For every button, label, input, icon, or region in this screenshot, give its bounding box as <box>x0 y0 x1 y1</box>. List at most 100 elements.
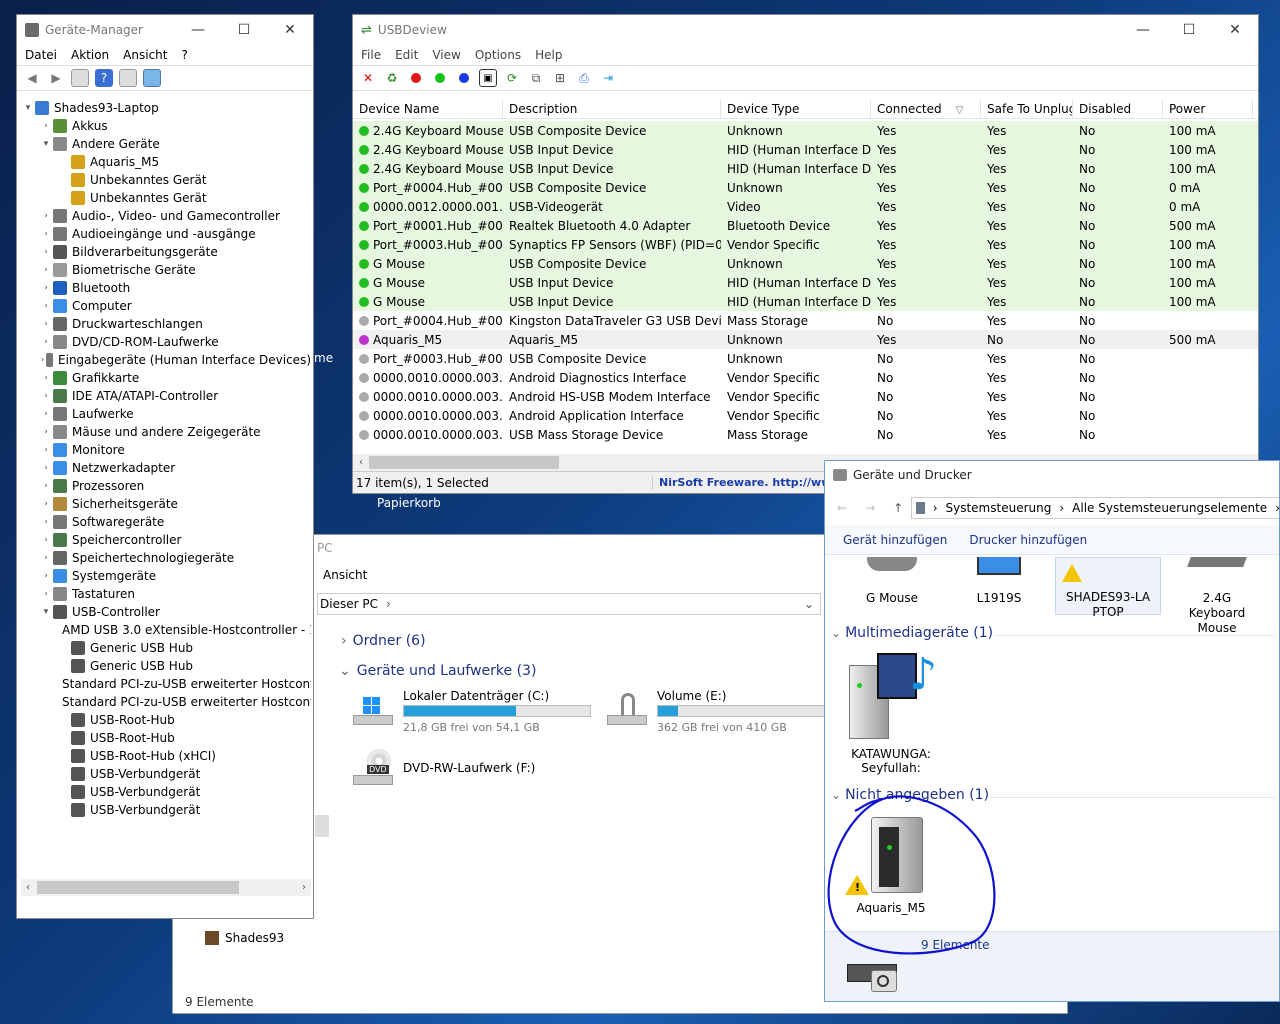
tree-node[interactable]: › Softwaregeräte <box>21 513 311 531</box>
table-row[interactable]: Port_#0003.Hub_#0003 USB Composite Device… <box>353 349 1258 368</box>
expand-toggle-icon[interactable]: › <box>39 589 53 599</box>
column-header[interactable]: Device Name <box>353 99 503 118</box>
table-row[interactable]: 0000.0010.0000.003.00... Android Applicat… <box>353 406 1258 425</box>
up-arrow-icon[interactable]: ↑ <box>893 501 903 515</box>
devmgr-titlebar[interactable]: Geräte-Manager — ☐ ✕ <box>17 15 313 45</box>
properties-icon[interactable] <box>71 69 89 87</box>
red-dot-icon[interactable] <box>407 69 425 87</box>
scroll-left-icon[interactable]: ‹ <box>353 457 369 468</box>
minimize-button[interactable]: — <box>1120 22 1166 38</box>
table-row[interactable]: G Mouse USB Composite Device Unknown Yes Yes… <box>353 254 1258 273</box>
tree-node[interactable]: ▾ Shades93-Laptop <box>21 99 311 117</box>
add-device-button[interactable]: Gerät hinzufügen <box>843 533 947 547</box>
report-icon[interactable]: ⎙ <box>575 69 593 87</box>
tree-node[interactable]: › Bluetooth <box>21 279 311 297</box>
back-arrow-icon[interactable]: ← <box>837 501 847 515</box>
tree-node[interactable]: Unbekanntes Gerät <box>21 171 311 189</box>
table-row[interactable]: Port_#0004.Hub_#0004 USB Composite Device… <box>353 178 1258 197</box>
menu-item[interactable]: Datei <box>25 48 57 62</box>
table-row[interactable]: Port_#0004.Hub_#0003 Kingston DataTravele… <box>353 311 1258 330</box>
dap-titlebar[interactable]: Geräte und Drucker <box>825 461 1279 489</box>
refresh-icon[interactable]: ⟳ <box>503 69 521 87</box>
expand-toggle-icon[interactable]: ▾ <box>39 139 53 149</box>
save-icon[interactable]: ▣ <box>479 69 497 87</box>
expand-toggle-icon[interactable]: › <box>39 301 53 311</box>
tree-node[interactable]: USB-Verbundgerät <box>21 801 311 819</box>
device-l1919s[interactable]: L1919S <box>965 557 1033 605</box>
tree-node[interactable]: Aquaris_M5 <box>21 153 311 171</box>
drive-f-tile[interactable]: DVD DVD-RW-Laufwerk (F:) <box>351 749 601 789</box>
back-arrow-icon[interactable]: ◀ <box>23 69 41 87</box>
column-header[interactable]: Device Type <box>721 99 871 118</box>
help-icon[interactable]: ? <box>95 69 113 87</box>
expand-toggle-icon[interactable]: › <box>39 517 53 527</box>
tree-node[interactable]: › Mäuse und andere Zeigegeräte <box>21 423 311 441</box>
green-dot-icon[interactable] <box>431 69 449 87</box>
tree-node[interactable]: › Audioeingänge und -ausgänge <box>21 225 311 243</box>
tree-node[interactable]: ▾ USB-Controller <box>21 603 311 621</box>
scroll-right-icon[interactable]: › <box>297 882 311 893</box>
expand-toggle-icon[interactable]: › <box>39 337 53 347</box>
tree-node[interactable]: › Laufwerke <box>21 405 311 423</box>
column-header[interactable]: Power <box>1163 99 1253 118</box>
nav-item-user[interactable]: Shades93 <box>205 931 284 945</box>
tree-node[interactable]: › Grafikkarte <box>21 369 311 387</box>
expand-toggle-icon[interactable]: › <box>39 481 53 491</box>
tree-node[interactable]: › Eingabegeräte (Human Interface Devices) <box>21 351 311 369</box>
menu-item[interactable]: Ansicht <box>123 48 167 62</box>
tree-node[interactable]: AMD USB 3.0 eXtensible-Hostcontroller - … <box>21 621 311 639</box>
device-24g-keyboard[interactable]: 2.4G Keyboard Mouse <box>1173 557 1261 636</box>
tree-node[interactable]: › Druckwarteschlangen <box>21 315 311 333</box>
view-icon[interactable] <box>119 69 137 87</box>
address-dropdown-icon[interactable]: ⌄ <box>804 597 814 611</box>
menu-item[interactable]: Help <box>535 48 562 62</box>
expand-toggle-icon[interactable]: › <box>39 571 53 581</box>
menu-item[interactable]: Options <box>475 48 521 62</box>
tree-node[interactable]: Standard PCI-zu-USB erweiterter Hostcont… <box>21 693 311 711</box>
blue-dot-icon[interactable] <box>455 69 473 87</box>
tree-node[interactable]: USB-Root-Hub (xHCI) <box>21 747 311 765</box>
expand-toggle-icon[interactable]: › <box>39 463 53 473</box>
forward-arrow-icon[interactable]: ▶ <box>47 69 65 87</box>
table-row[interactable]: Port_#0001.Hub_#0005 Realtek Bluetooth 4.… <box>353 216 1258 235</box>
explorer-address-bar[interactable]: Dieser PC › ⌄ <box>317 593 821 615</box>
tree-node[interactable]: USB-Root-Hub <box>21 711 311 729</box>
expand-toggle-icon[interactable]: › <box>39 391 53 401</box>
menu-item[interactable]: Aktion <box>71 48 109 62</box>
tree-node[interactable]: › DVD/CD-ROM-Laufwerke <box>21 333 311 351</box>
menu-item[interactable]: ? <box>181 48 187 62</box>
scroll-left-icon[interactable]: ‹ <box>21 882 35 893</box>
expand-toggle-icon[interactable]: ▾ <box>39 607 53 617</box>
column-header[interactable]: Connected ▽ <box>871 99 981 118</box>
table-row[interactable]: Aquaris_M5 Aquaris_M5 Unknown Yes No No 500 mA <box>353 330 1258 349</box>
expand-toggle-icon[interactable]: › <box>39 499 53 509</box>
expand-toggle-icon[interactable]: › <box>39 355 46 365</box>
drive-c-tile[interactable]: Lokaler Datenträger (C:) 21,8 GB frei vo… <box>351 689 601 735</box>
column-header[interactable]: Disabled <box>1073 99 1163 118</box>
monitor-scan-icon[interactable] <box>143 69 161 87</box>
menu-item[interactable]: File <box>361 48 381 62</box>
table-row[interactable]: 0000.0010.0000.003.00... Android Diagnost… <box>353 368 1258 387</box>
drive-e-tile[interactable]: Volume (E:) 362 GB frei von 410 GB <box>605 689 835 735</box>
nirsoft-link[interactable]: NirSoft Freeware. http://www <box>653 476 842 489</box>
menu-item[interactable]: Edit <box>395 48 418 62</box>
expand-toggle-icon[interactable]: › <box>39 409 53 419</box>
tree-node[interactable]: USB-Verbundgerät <box>21 783 311 801</box>
tree-node[interactable]: › Akkus <box>21 117 311 135</box>
column-header[interactable]: Description <box>503 99 721 118</box>
table-row[interactable]: 2.4G Keyboard Mouse USB Input Device HID (… <box>353 140 1258 159</box>
table-row[interactable]: G Mouse USB Input Device HID (Human Interf… <box>353 292 1258 311</box>
expand-toggle-icon[interactable]: › <box>39 283 53 293</box>
tree-node[interactable]: Generic USB Hub <box>21 657 311 675</box>
table-row[interactable]: 2.4G Keyboard Mouse USB Input Device HID (… <box>353 159 1258 178</box>
group-folders[interactable]: › Ordner (6) <box>341 633 426 649</box>
tree-node[interactable]: ▾ Andere Geräte <box>21 135 311 153</box>
desktop-recycle-bin-label[interactable]: Papierkorb <box>377 496 441 510</box>
minimize-button[interactable]: — <box>175 22 221 38</box>
tree-node[interactable]: › Speichertechnologiegeräte <box>21 549 311 567</box>
tree-node[interactable]: › Bildverarbeitungsgeräte <box>21 243 311 261</box>
tree-node[interactable]: › Monitore <box>21 441 311 459</box>
device-aquaris[interactable]: ! Aquaris_M5 <box>845 817 937 915</box>
add-printer-button[interactable]: Drucker hinzufügen <box>969 533 1087 547</box>
maximize-button[interactable]: ☐ <box>221 22 267 38</box>
